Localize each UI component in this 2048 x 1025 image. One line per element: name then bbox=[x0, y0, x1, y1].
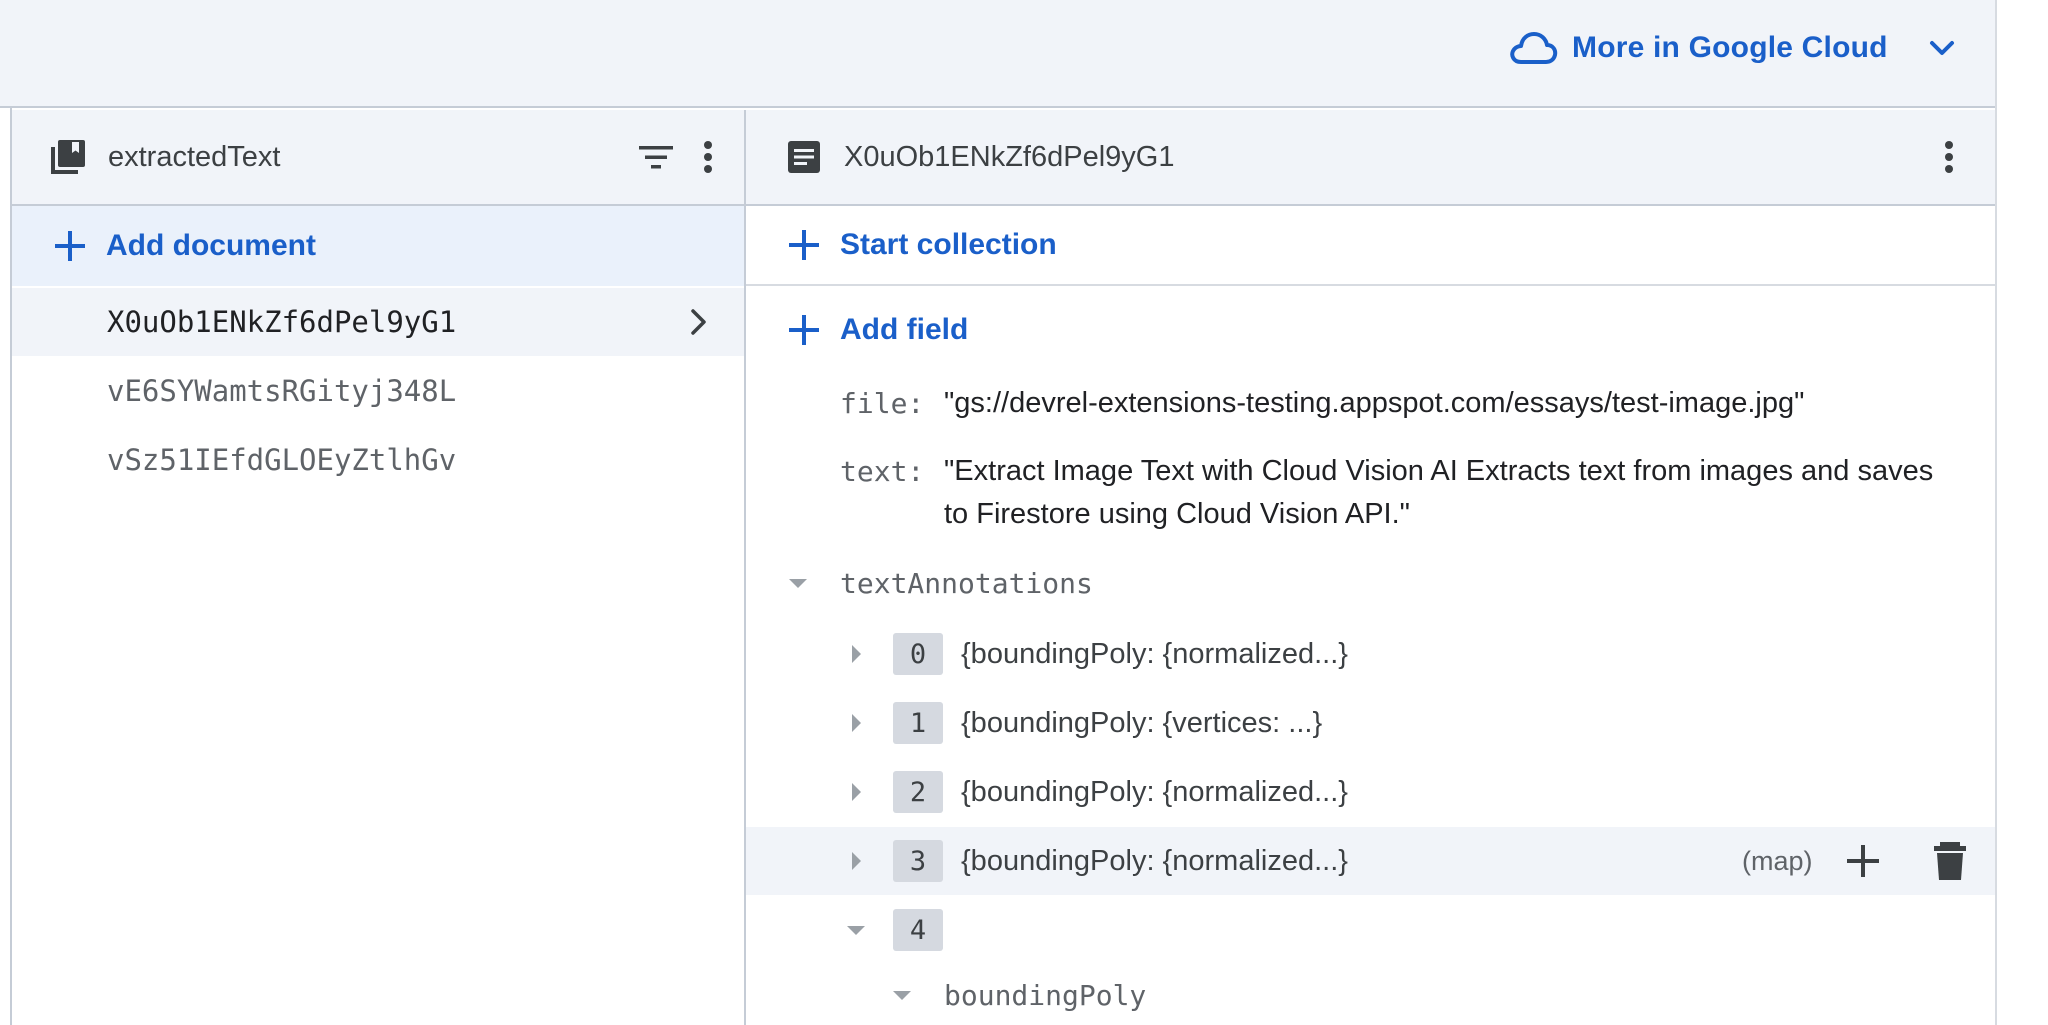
document-panel-header: X0uOb1ENkZf6dPel9yG1 bbox=[746, 110, 1995, 206]
list-item[interactable]: vE6SYWamtsRGityj348L bbox=[12, 357, 744, 425]
add-field-label: Add field bbox=[840, 313, 969, 346]
expand-right-icon[interactable] bbox=[842, 640, 870, 668]
index-badge: 0 bbox=[893, 633, 943, 675]
top-bar: More in Google Cloud bbox=[0, 0, 1995, 108]
expand-right-icon[interactable] bbox=[842, 778, 870, 806]
collection-title: extractedText bbox=[108, 140, 281, 173]
field-key: text: bbox=[840, 455, 925, 488]
field-value: "Extract Image Text with Cloud Vision AI… bbox=[944, 455, 1934, 530]
document-id: X0uOb1ENkZf6dPel9yG1 bbox=[107, 305, 457, 339]
field-key: boundingPoly bbox=[944, 979, 1147, 1012]
cloud-icon bbox=[1510, 32, 1558, 64]
expand-right-icon[interactable] bbox=[842, 709, 870, 737]
array-item-2[interactable]: 2 {boundingPoly: {normalized...} bbox=[746, 758, 1995, 826]
array-item-1[interactable]: 1 {boundingPoly: {vertices: ...} bbox=[746, 689, 1995, 757]
field-type-label: (map) bbox=[1742, 845, 1813, 876]
start-collection-button[interactable]: Start collection bbox=[746, 206, 1995, 286]
more-vert-icon bbox=[1945, 141, 1953, 173]
field-row-textannotations[interactable]: textAnnotations bbox=[746, 549, 1995, 617]
index-badge: 2 bbox=[893, 771, 943, 813]
plus-icon bbox=[55, 231, 85, 261]
list-item[interactable]: X0uOb1ENkZf6dPel9yG1 bbox=[12, 288, 744, 356]
filter-button[interactable] bbox=[634, 135, 678, 179]
document-id: vE6SYWamtsRGityj348L bbox=[107, 374, 457, 408]
array-item-4[interactable]: 4 bbox=[746, 896, 1995, 964]
more-in-google-cloud-button[interactable]: More in Google Cloud bbox=[1508, 24, 1960, 72]
index-badge: 1 bbox=[893, 702, 943, 744]
item-summary: {boundingPoly: {normalized...} bbox=[961, 775, 1348, 808]
add-field-button[interactable]: Add field bbox=[746, 290, 968, 370]
window-margin bbox=[1997, 0, 2048, 1025]
document-id: vSz51IEfdGLOEyZtlhGv bbox=[107, 443, 457, 477]
field-row-text[interactable]: text: "Extract Image Text with Cloud Vis… bbox=[840, 450, 1944, 536]
field-key: file: bbox=[840, 387, 925, 420]
more-vert-icon bbox=[704, 141, 712, 173]
plus-icon bbox=[789, 315, 819, 345]
document-more-button[interactable] bbox=[1927, 135, 1971, 179]
expand-down-icon[interactable] bbox=[888, 981, 916, 1009]
list-item[interactable]: vSz51IEfdGLOEyZtlhGv bbox=[12, 426, 744, 494]
index-badge: 3 bbox=[893, 840, 943, 882]
add-to-map-icon[interactable] bbox=[1843, 841, 1883, 881]
expand-down-icon[interactable] bbox=[842, 916, 870, 944]
item-summary: {boundingPoly: {vertices: ...} bbox=[961, 706, 1323, 739]
field-row-file[interactable]: file: "gs://devrel-extensions-testing.ap… bbox=[840, 382, 1804, 425]
plus-icon bbox=[789, 230, 819, 260]
document-icon bbox=[788, 141, 820, 173]
start-collection-label: Start collection bbox=[840, 228, 1057, 261]
field-value: "gs://devrel-extensions-testing.appspot.… bbox=[944, 387, 1805, 419]
item-summary: {boundingPoly: {normalized...} bbox=[961, 637, 1348, 670]
document-title: X0uOb1ENkZf6dPel9yG1 bbox=[844, 140, 1175, 173]
chevron-right-icon bbox=[691, 309, 706, 335]
array-item-3[interactable]: 3 {boundingPoly: {normalized...} (map) bbox=[746, 827, 1995, 895]
array-item-0[interactable]: 0 {boundingPoly: {normalized...} bbox=[746, 620, 1995, 688]
add-document-label: Add document bbox=[106, 229, 316, 262]
cloud-button-label: More in Google Cloud bbox=[1572, 31, 1888, 64]
collection-icon bbox=[51, 140, 85, 174]
field-row-boundingpoly[interactable]: boundingPoly bbox=[746, 965, 1995, 1025]
add-document-button[interactable]: Add document bbox=[12, 206, 744, 286]
delete-icon[interactable] bbox=[1930, 839, 1970, 883]
expand-down-icon[interactable] bbox=[784, 569, 812, 597]
collection-panel-header: extractedText bbox=[12, 110, 744, 206]
chevron-down-icon bbox=[1929, 41, 1954, 55]
field-key: textAnnotations bbox=[840, 566, 1093, 600]
expand-right-icon[interactable] bbox=[842, 847, 870, 875]
collection-more-button[interactable] bbox=[686, 135, 730, 179]
item-summary: {boundingPoly: {normalized...} bbox=[961, 844, 1348, 877]
filter-icon bbox=[639, 146, 673, 169]
index-badge: 4 bbox=[893, 909, 943, 951]
